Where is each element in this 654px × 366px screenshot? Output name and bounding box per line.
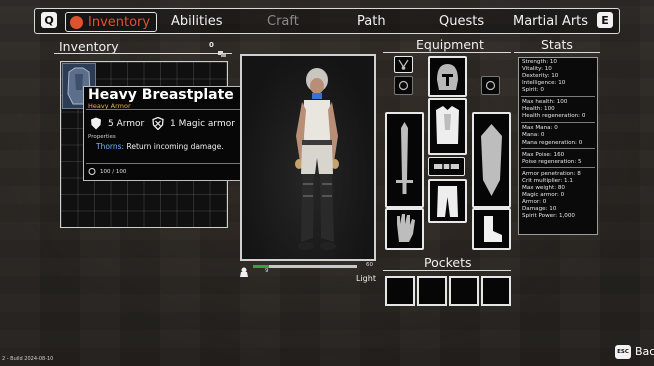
stat-line: Poise regeneration: 5: [522, 158, 582, 165]
stat-line: Spirit Power: 1,000: [522, 212, 575, 219]
pocket-slot-4[interactable]: [481, 276, 511, 306]
slot-boots[interactable]: [472, 208, 511, 250]
tooltip-effect: Thorns: Return incoming damage.: [96, 142, 224, 151]
stats-title: Stats: [541, 37, 573, 52]
slot-amulet[interactable]: [394, 56, 413, 73]
stats-separator: [521, 148, 595, 150]
top-nav-bar: Q Inventory Abilities Craft Path Quests …: [34, 8, 620, 34]
belt-icon: [434, 162, 459, 171]
stat-line: Max weight: 80: [522, 184, 565, 191]
stat-line: Damage: 10: [522, 205, 557, 212]
stat-line: Max health: 100: [522, 99, 568, 106]
slot-ring-right[interactable]: [481, 76, 500, 95]
amulet-icon: [398, 59, 409, 70]
pocket-slot-2[interactable]: [417, 276, 447, 306]
weight-icon: [239, 262, 249, 277]
tab-craft[interactable]: Craft: [267, 12, 299, 30]
slot-pants[interactable]: [428, 179, 467, 223]
coins-icon: [218, 42, 226, 57]
tooltip-effect-text: Return incoming damage.: [124, 142, 224, 151]
stat-line: Dexterity: 10: [522, 73, 559, 80]
slot-helmet[interactable]: [428, 56, 467, 97]
pockets-divider: [383, 270, 511, 271]
stat-line: Vitality: 10: [522, 66, 552, 73]
inventory-divider: [54, 53, 232, 54]
shield-icon: [91, 117, 101, 130]
stat-line: Spirit: 0: [522, 87, 544, 94]
stat-line: Armor: 0: [522, 198, 547, 205]
tab-quests[interactable]: Quests: [439, 12, 484, 30]
tooltip-armor-value: 5 Armor: [108, 118, 145, 129]
boots-icon: [484, 216, 502, 242]
character-model: [295, 68, 339, 250]
durability-icon: [88, 168, 96, 175]
stat-line: Intelligence: 10: [522, 80, 566, 87]
next-tab-key[interactable]: E: [597, 12, 613, 28]
stat-line: Crit multiplier: 1.1: [522, 177, 573, 184]
stat-line: Mana regeneration: 0: [522, 139, 583, 146]
tooltip-magic-armor-stat: 1 Magic armor: [152, 117, 235, 130]
shield-icon: [481, 124, 502, 196]
slot-ring-left[interactable]: [394, 76, 413, 95]
tab-inventory[interactable]: Inventory: [65, 12, 158, 32]
inventory-currency: 0: [209, 41, 214, 49]
chest-armor-icon: [436, 106, 459, 144]
ring-icon: [398, 80, 409, 91]
equipment-divider: [383, 52, 511, 53]
tab-abilities[interactable]: Abilities: [171, 12, 222, 30]
slot-gloves[interactable]: [385, 208, 424, 250]
slot-belt[interactable]: [428, 157, 465, 176]
tooltip-durability: 100 / 100: [88, 168, 126, 175]
tooltip-item-name: Heavy Breastplate: [88, 87, 234, 103]
stats-separator: [521, 167, 595, 169]
helmet-icon: [437, 64, 458, 90]
weight-max: 60: [366, 262, 373, 268]
glove-icon: [397, 214, 415, 242]
tooltip-durability-value: 100 / 100: [100, 168, 127, 175]
stat-line: Armor penetration: 8: [522, 170, 581, 177]
back-key[interactable]: ESC: [615, 345, 631, 359]
stat-line: Magic armor: 0: [522, 191, 565, 198]
pockets-title: Pockets: [424, 255, 472, 270]
build-version: 2 - Build 2024-08-10: [2, 356, 54, 362]
tab-martial-arts[interactable]: Martial Arts: [513, 12, 588, 30]
tooltip-effect-keyword: Thorns:: [96, 142, 125, 151]
tooltip-armor-stat: 5 Armor: [90, 117, 144, 130]
sword-icon: [396, 122, 413, 194]
stat-line: Strength: 10: [522, 59, 557, 65]
inventory-title: Inventory: [59, 39, 119, 54]
stat-line: Health regeneration: 0: [522, 113, 586, 120]
slot-off-hand[interactable]: [472, 112, 511, 208]
tooltip-properties-label: Properties: [88, 134, 116, 140]
tooltip-magic-armor-value: 1 Magic armor: [170, 118, 235, 129]
prev-tab-key[interactable]: Q: [41, 12, 57, 28]
stat-line: Max Mana: 0: [522, 125, 558, 132]
pocket-slot-3[interactable]: [449, 276, 479, 306]
tab-inventory-label: Inventory: [88, 14, 151, 30]
load-label: Light: [356, 274, 376, 283]
bag-icon: [70, 15, 83, 29]
ring-icon: [485, 80, 496, 91]
equipment-title: Equipment: [416, 37, 484, 52]
stats-divider: [514, 52, 600, 53]
stats-panel: Strength: 10 Vitality: 10 Dexterity: 10 Int…: [518, 57, 598, 235]
stats-separator: [521, 121, 595, 123]
stats-separator: [521, 95, 595, 97]
pocket-slot-1[interactable]: [385, 276, 415, 306]
back-label[interactable]: Bac: [635, 345, 654, 358]
weight-current: 9: [265, 268, 269, 274]
slot-chest[interactable]: [428, 98, 467, 155]
stat-line: Max Poise: 160: [522, 151, 565, 158]
tab-path[interactable]: Path: [357, 12, 386, 30]
stat-line: Mana: 0: [522, 132, 545, 139]
magic-shield-icon: [152, 117, 164, 130]
stat-line: Health: 100: [522, 106, 555, 113]
pants-icon: [437, 186, 458, 217]
slot-main-hand[interactable]: [385, 112, 424, 208]
